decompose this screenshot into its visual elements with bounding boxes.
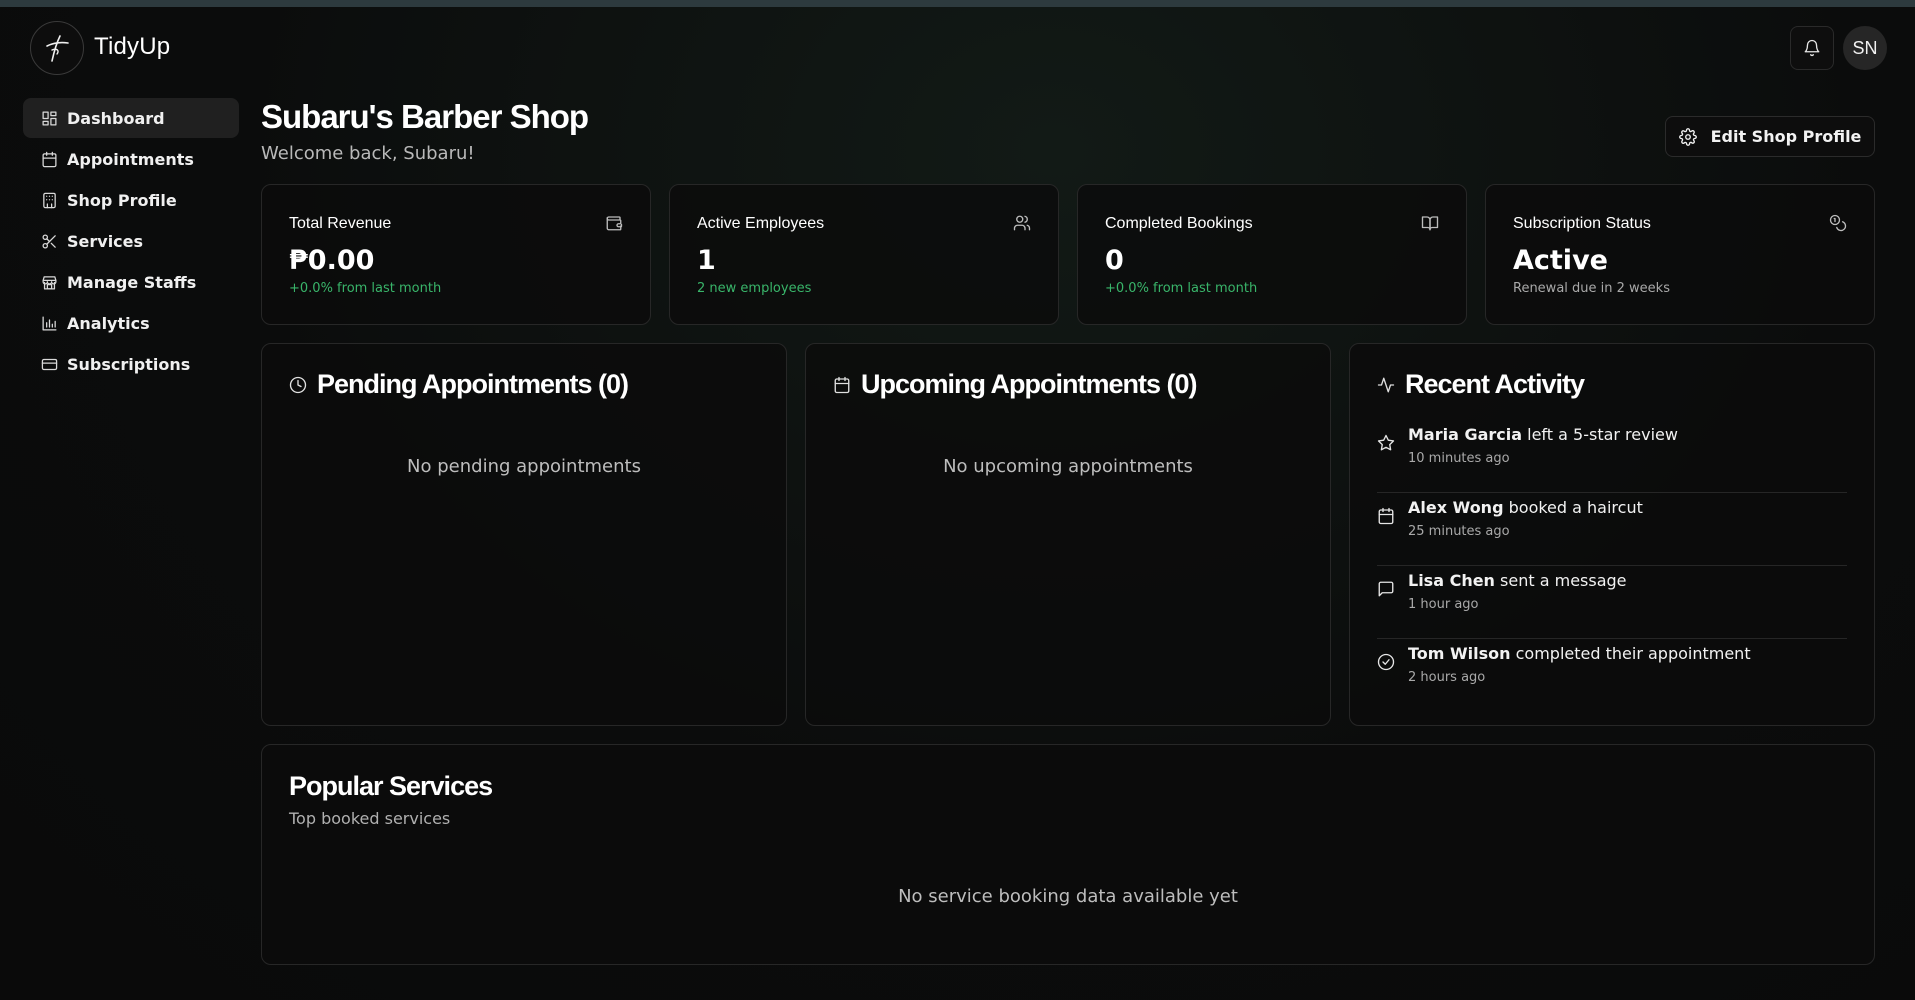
sidebar-item-label: Shop Profile [67,190,177,210]
stat-value: ₱0.00 [289,245,375,276]
stat-note: +0.0% from last month [1105,281,1258,296]
logo-icon[interactable] [30,21,84,75]
stat-note: Renewal due in 2 weeks [1513,281,1670,296]
list-item[interactable]: Lisa Chen sent a message 1 hour ago [1377,566,1847,639]
check-circle-icon [1377,653,1395,671]
users-icon [1013,214,1031,232]
list-item[interactable]: Maria Garcia left a 5-star review 10 min… [1377,420,1847,493]
sidebar-item-services[interactable]: Services [23,221,239,261]
sidebar-item-appointments[interactable]: Appointments [23,139,239,179]
gear-icon [1678,127,1697,146]
message-icon [1377,580,1395,598]
activity-icon [1377,376,1395,394]
chart-icon [41,315,58,332]
upcoming-appointments-card: Upcoming Appointments (0) No upcoming ap… [805,343,1331,726]
stat-note: +0.0% from last month [289,281,442,296]
wallet-icon [605,214,623,232]
calendar-icon [833,376,851,394]
stat-card-total-revenue: Total Revenue ₱0.00 +0.0% from last mont… [261,184,651,325]
popular-services-title: Popular Services [289,771,493,801]
activity-action: left a 5-star review [1522,425,1678,444]
coins-icon [1829,214,1847,232]
list-item[interactable]: Tom Wilson completed their appointment 2… [1377,639,1847,712]
upcoming-empty-message: No upcoming appointments [943,456,1193,477]
pending-title: Pending Appointments (0) [317,369,629,399]
sidebar-item-subscriptions[interactable]: Subscriptions [23,344,239,384]
brand-name[interactable]: TidyUp [94,33,170,61]
list-item[interactable]: Alex Wong booked a haircut 25 minutes ag… [1377,493,1847,566]
clock-icon [289,376,307,394]
sidebar-item-label: Dashboard [67,108,165,128]
sidebar-item-dashboard[interactable]: Dashboard [23,98,239,138]
activity-action: booked a haircut [1503,498,1643,517]
bell-icon [1803,39,1821,57]
calendar-icon [1377,507,1395,525]
stat-value: Active [1513,245,1608,276]
stat-value: 1 [697,245,716,276]
page-title: Subaru's Barber Shop [261,98,589,135]
stat-card-completed-bookings: Completed Bookings 0 +0.0% from last mon… [1077,184,1467,325]
sidebar-item-label: Services [67,231,144,251]
activity-time: 1 hour ago [1408,597,1479,612]
recent-activity-card: Recent Activity Maria Garcia left a 5-st… [1349,343,1875,726]
edit-shop-profile-label: Edit Shop Profile [1710,127,1862,146]
activity-name: Tom Wilson [1408,644,1511,663]
activity-list: Maria Garcia left a 5-star review 10 min… [1377,420,1847,712]
activity-action: completed their appointment [1510,644,1751,663]
stat-label: Subscription Status [1513,215,1651,232]
sidebar-item-label: Analytics [67,313,150,333]
stat-card-subscription-status: Subscription Status Active Renewal due i… [1485,184,1875,325]
dashboard-icon [41,110,58,127]
activity-time: 25 minutes ago [1408,524,1510,539]
page-subtitle: Welcome back, Subaru! [261,143,475,164]
pending-appointments-card: Pending Appointments (0) No pending appo… [261,343,787,726]
popular-services-empty-message: No service booking data available yet [898,886,1238,907]
stat-card-active-employees: Active Employees 1 2 new employees [669,184,1059,325]
stat-label: Completed Bookings [1105,215,1253,232]
sidebar-item-label: Manage Staffs [67,272,197,292]
user-avatar[interactable]: SN [1843,26,1887,70]
card-icon [41,356,58,373]
activity-name: Maria Garcia [1408,425,1523,444]
pending-empty-message: No pending appointments [407,456,641,477]
sidebar-item-label: Appointments [67,149,194,169]
activity-name: Lisa Chen [1408,571,1495,590]
activity-name: Alex Wong [1408,498,1504,517]
notifications-button[interactable] [1790,26,1834,70]
upcoming-title: Upcoming Appointments (0) [861,369,1197,399]
top-window-strip [0,0,1915,7]
activity-time: 10 minutes ago [1408,451,1510,466]
popular-services-subtitle: Top booked services [289,809,451,828]
stat-label: Total Revenue [289,215,392,232]
edit-shop-profile-button[interactable]: Edit Shop Profile [1665,116,1875,157]
calendar-icon [41,151,58,168]
recent-activity-title: Recent Activity [1405,369,1585,399]
sidebar-item-label: Subscriptions [67,354,191,374]
activity-time: 2 hours ago [1408,670,1486,685]
book-open-icon [1421,214,1439,232]
star-icon [1377,434,1395,452]
sidebar-item-analytics[interactable]: Analytics [23,303,239,343]
stat-label: Active Employees [697,215,825,232]
store-icon [41,274,58,291]
sidebar-item-shop-profile[interactable]: Shop Profile [23,180,239,220]
shop-icon [41,192,58,209]
sidebar-nav: Dashboard Appointments Shop Profile Serv… [23,98,239,385]
stat-note: 2 new employees [697,281,812,296]
activity-action: sent a message [1494,571,1627,590]
popular-services-card: Popular Services Top booked services No … [261,744,1875,965]
stat-value: 0 [1105,245,1124,276]
scissors-icon [41,233,58,250]
sidebar-item-manage-staffs[interactable]: Manage Staffs [23,262,239,302]
